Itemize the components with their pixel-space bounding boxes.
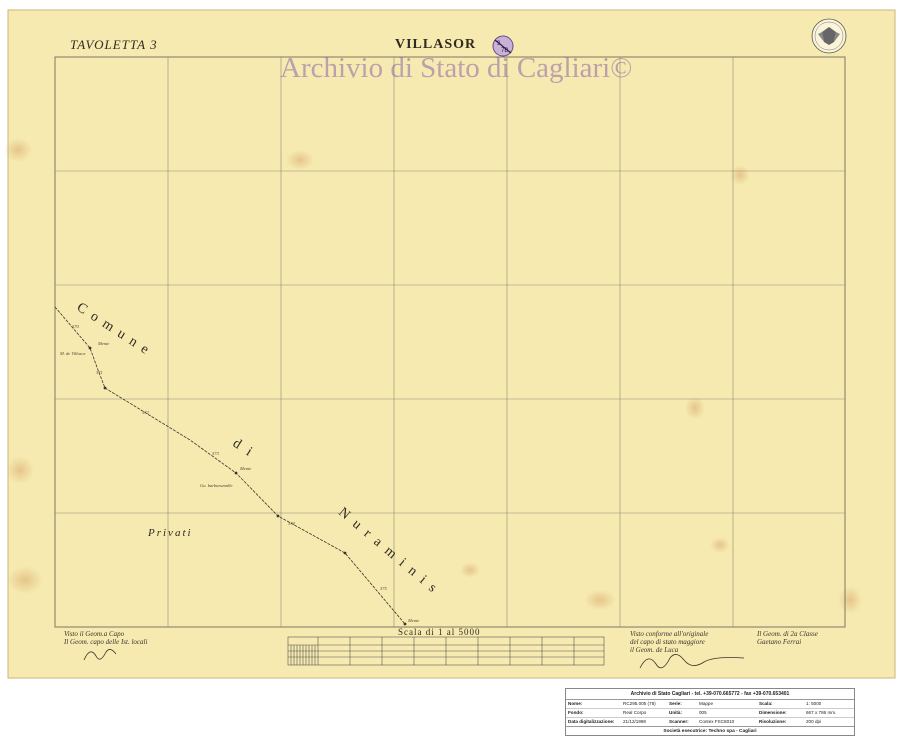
svg-text:370: 370 [72,324,80,329]
info-key: Unità: [669,710,683,715]
svg-text:371: 371 [96,370,103,375]
area-label-privati: Privati [148,527,193,539]
svg-text:Mente: Mente [239,466,251,471]
info-value: 667 x 786 mm. [806,710,837,715]
archive-info-table: Archivio di Stato Cagliari - tel. +39-07… [565,688,855,736]
svg-text:Gu. barbarumalle: Gu. barbarumalle [200,483,233,488]
info-key: Data digitalizzazione: [568,719,615,724]
note-right-certification: Visto conforme all'originale del capo di… [630,630,708,654]
svg-text:374: 374 [288,521,296,526]
note-right-line: Gaetano Ferrai [757,638,802,646]
info-key: Fondo: [568,710,584,715]
note-left-line: Visto il Geom.a Capo [64,630,125,638]
info-key: Scanner: [669,719,689,724]
sheet-label: TAVOLETTA 3 [70,37,158,52]
info-value: Mappe [699,701,714,706]
svg-text:Mente: Mente [97,341,109,346]
note-right-line: il Geom. de Luca [630,646,679,654]
info-key: Dimensione: [759,710,787,715]
info-value: Real Corpo [623,710,647,715]
note-right-line: Il Geom. di 2a Classe [757,630,818,638]
note-right-line: Visto conforme all'originale [630,630,709,638]
svg-text:373: 373 [212,451,220,456]
scale-label: Scala di 1 al 5000 [398,627,481,637]
info-footer: Società esecutrice: Techno spa - Cagliar… [566,726,854,736]
note-left: Visto il Geom.a Capo Il Geom. capo delle… [64,630,147,646]
note-right-signature: Il Geom. di 2a Classe Gaetano Ferrai [757,630,818,646]
note-right-line: del capo di stato maggiore [630,638,705,646]
seal-icon [811,18,847,54]
info-value: Contex FSC8010 [699,719,735,724]
svg-text:Mente: Mente [407,618,419,623]
info-value: 005 [699,710,707,715]
svg-text:M. de Villasor: M. de Villasor [59,351,86,356]
note-left-line: Il Geom. capo delle Ist. locali [64,638,148,646]
svg-text:372: 372 [142,410,150,415]
info-key: Serie: [669,701,682,706]
archive-watermark: Archivio di Stato di Cagliari© [280,52,633,84]
info-value: RC295.005 (78) [623,701,656,706]
svg-text:375: 375 [380,586,388,591]
info-value: 1: 5000 [806,701,822,706]
info-value: 21/12/1998 [623,719,646,724]
info-key: Risoluzione: [759,719,787,724]
info-key: Nome: [568,701,583,706]
info-key: Scala: [759,701,773,706]
info-value: 200 dpi [806,719,822,724]
place-name: VILLASOR [395,37,477,52]
